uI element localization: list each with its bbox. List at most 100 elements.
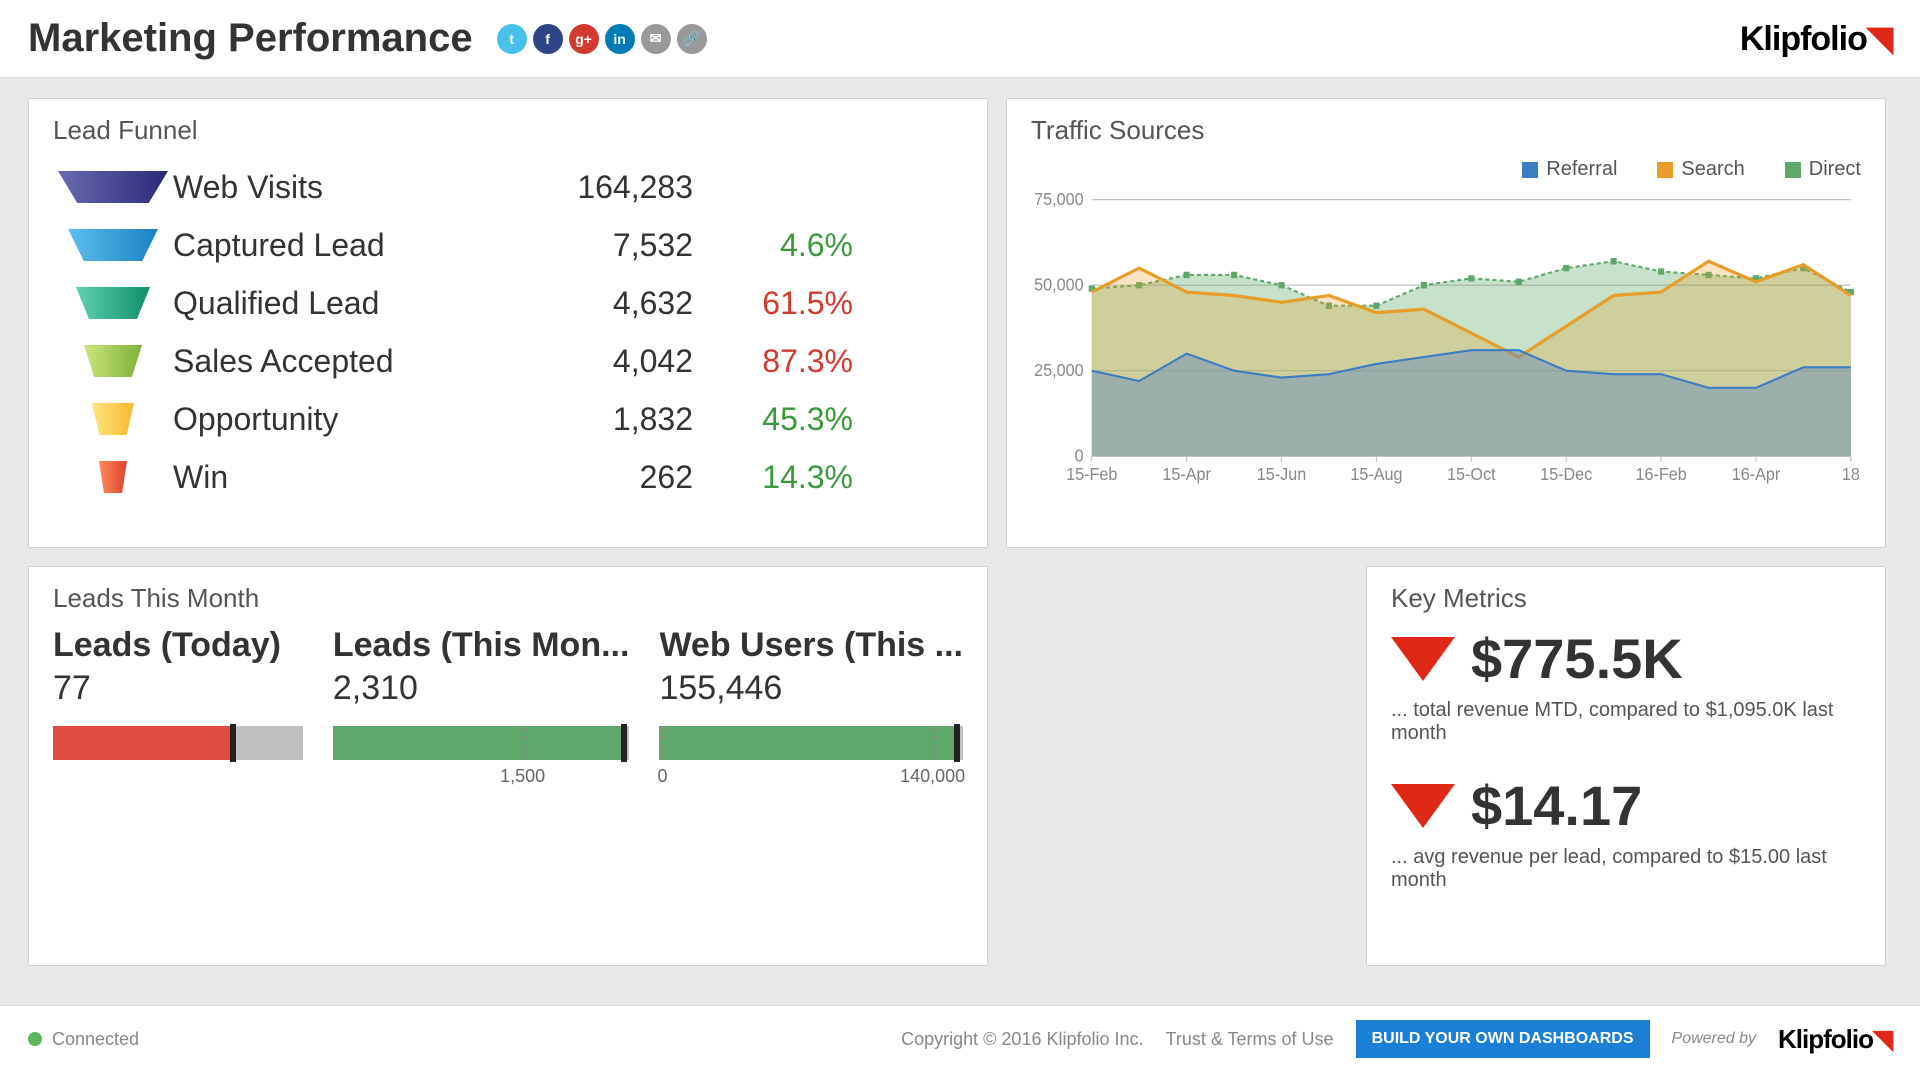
bar-tick (933, 726, 935, 760)
legend-swatch-icon (1785, 162, 1801, 178)
progress-bar-fill (659, 726, 956, 760)
funnel-body: Web Visits 164,283 Captured Lead 7,532 4… (53, 158, 963, 506)
funnel-label: Captured Lead (173, 227, 493, 264)
linkedin-icon[interactable]: in (605, 24, 635, 54)
leads-title: Leads This Month (53, 583, 963, 614)
funnel-stage-icon (53, 229, 173, 261)
funnel-label: Sales Accepted (173, 343, 493, 380)
svg-text:50,000: 50,000 (1034, 275, 1083, 295)
footer-left: Connected (28, 1029, 139, 1050)
legend-label: Referral (1546, 158, 1617, 181)
svg-text:15-Apr: 15-Apr (1162, 464, 1211, 484)
traffic-chart: 0 25,000 50,000 75,000 15-Feb 15-Apr 15-Jun 15-… (1031, 189, 1861, 499)
trust-link[interactable]: Trust & Terms of Use (1166, 1029, 1334, 1050)
bar-tick-label: 1,500 (500, 766, 545, 787)
funnel-pct: 14.3% (693, 459, 853, 496)
funnel-pct: 45.3% (693, 401, 853, 438)
content-grid: Lead Funnel Web Visits 164,283 C (0, 78, 1920, 976)
social-icons: t f g+ in ✉ 🔗 (497, 24, 707, 54)
funnel-pct: 61.5% (693, 285, 853, 322)
svg-text:25,000: 25,000 (1034, 361, 1083, 381)
key-metric-item: $775.5K ... total revenue MTD, compared … (1391, 626, 1861, 745)
lead-metric-title: Leads (Today) (53, 626, 303, 665)
lead-metric-value: 77 (53, 669, 303, 708)
legend-label: Direct (1809, 158, 1861, 181)
lead-metric-title: Web Users (This ... (659, 626, 963, 665)
bar-endcap-icon (954, 724, 960, 762)
progress-bar-fill (333, 726, 624, 760)
lead-metric-value: 155,446 (659, 669, 963, 708)
lead-metric-value: 2,310 (333, 669, 630, 708)
funnel-label: Qualified Lead (173, 285, 493, 322)
leads-grid: Leads (Today) 77 Leads (This Mon... 2,31… (53, 626, 963, 760)
bar-endcap-icon (230, 724, 236, 762)
lead-funnel-card: Lead Funnel Web Visits 164,283 C (28, 98, 988, 548)
svg-text:16-Apr: 16-Apr (1732, 464, 1781, 484)
leads-month-card: Leads This Month Leads (Today) 77 Leads … (28, 566, 988, 966)
funnel-pct: 87.3% (693, 343, 853, 380)
brand-logo: Klipfolio◥ (1740, 19, 1892, 59)
email-icon[interactable]: ✉ (641, 24, 671, 54)
build-dashboards-button[interactable]: BUILD YOUR OWN DASHBOARDS (1356, 1020, 1650, 1058)
key-metric-subtext: ... avg revenue per lead, compared to $1… (1391, 846, 1861, 892)
facebook-icon[interactable]: f (533, 24, 563, 54)
funnel-row: Qualified Lead 4,632 61.5% (53, 274, 963, 332)
funnel-row: Web Visits 164,283 (53, 158, 963, 216)
svg-text:75,000: 75,000 (1034, 190, 1083, 210)
status-dot-icon (28, 1032, 42, 1046)
svg-text:15-Oct: 15-Oct (1447, 464, 1496, 484)
funnel-stage-icon (53, 171, 173, 203)
legend-item[interactable]: Referral (1522, 158, 1617, 181)
traffic-legend: Referral Search Direct (1031, 158, 1861, 181)
funnel-label: Opportunity (173, 401, 493, 438)
svg-text:16-Feb: 16-Feb (1635, 464, 1686, 484)
funnel-value: 164,283 (493, 169, 693, 206)
googleplus-icon[interactable]: g+ (569, 24, 599, 54)
funnel-stage-icon (53, 345, 173, 377)
svg-text:0: 0 (1075, 446, 1084, 466)
lead-metric: Leads (Today) 77 (53, 626, 303, 760)
funnel-row: Opportunity 1,832 45.3% (53, 390, 963, 448)
down-arrow-icon (1391, 784, 1455, 828)
down-arrow-icon (1391, 637, 1455, 681)
legend-swatch-icon (1657, 162, 1673, 178)
lead-metric: Web Users (This ... 155,446 0 140,000 (659, 626, 963, 760)
legend-item[interactable]: Search (1657, 158, 1744, 181)
funnel-label: Web Visits (173, 169, 493, 206)
funnel-row: Win 262 14.3% (53, 448, 963, 506)
progress-bar: 0 140,000 (659, 726, 963, 760)
svg-text:15-Feb: 15-Feb (1066, 464, 1117, 484)
status-text: Connected (52, 1029, 139, 1050)
page-title: Marketing Performance (28, 16, 473, 61)
legend-item[interactable]: Direct (1785, 158, 1861, 181)
progress-bar-fill (53, 726, 233, 760)
key-metric-subtext: ... total revenue MTD, compared to $1,09… (1391, 699, 1861, 745)
funnel-value: 4,632 (493, 285, 693, 322)
funnel-value: 7,532 (493, 227, 693, 264)
link-icon[interactable]: 🔗 (677, 24, 707, 54)
footer-right: Copyright © 2016 Klipfolio Inc. Trust & … (901, 1020, 1892, 1058)
legend-swatch-icon (1522, 162, 1538, 178)
funnel-row: Sales Accepted 4,042 87.3% (53, 332, 963, 390)
bar-tick-label: 140,000 (900, 766, 965, 787)
bar-tick (662, 726, 664, 760)
funnel-pct: 4.6% (693, 227, 853, 264)
copyright-text: Copyright © 2016 Klipfolio Inc. (901, 1029, 1143, 1050)
key-metrics-title: Key Metrics (1391, 583, 1861, 614)
svg-text:15-Jun: 15-Jun (1257, 464, 1306, 484)
svg-text:18: 18 (1842, 464, 1860, 484)
key-metric-item: $14.17 ... avg revenue per lead, compare… (1391, 773, 1861, 892)
svg-text:15-Dec: 15-Dec (1540, 464, 1592, 484)
lead-metric-title: Leads (This Mon... (333, 626, 630, 665)
funnel-value: 4,042 (493, 343, 693, 380)
legend-label: Search (1681, 158, 1744, 181)
funnel-stage-icon (53, 287, 173, 319)
funnel-stage-icon (53, 403, 173, 435)
footer: Connected Copyright © 2016 Klipfolio Inc… (0, 1005, 1920, 1072)
header: Marketing Performance t f g+ in ✉ 🔗 Klip… (0, 0, 1920, 78)
progress-bar: 1,500 (333, 726, 630, 760)
twitter-icon[interactable]: t (497, 24, 527, 54)
funnel-value: 1,832 (493, 401, 693, 438)
bar-endcap-icon (621, 724, 627, 762)
key-metric-value: $14.17 (1471, 773, 1642, 838)
